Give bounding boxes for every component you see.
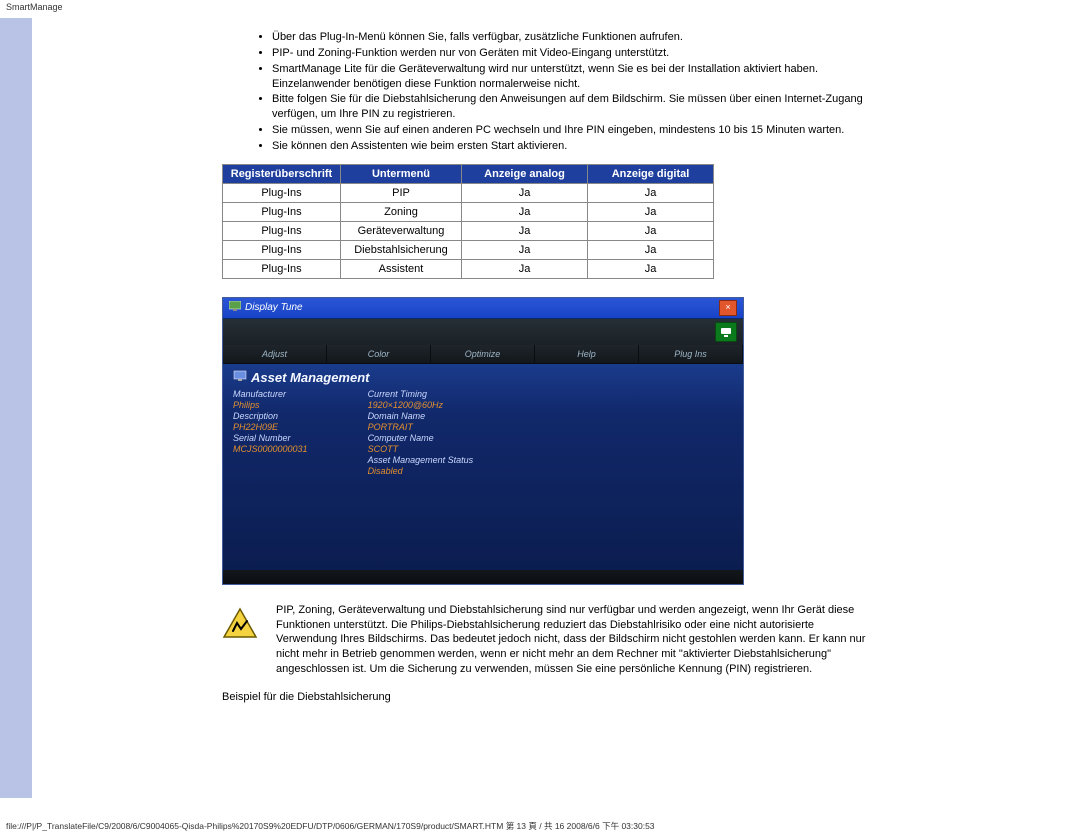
field-label: Serial Number <box>233 433 308 443</box>
field-value: Disabled <box>368 466 474 476</box>
tab-color[interactable]: Color <box>327 345 431 363</box>
close-icon[interactable]: × <box>719 300 737 316</box>
cell: Ja <box>588 221 714 240</box>
table-row: Plug-Ins Geräteverwaltung Ja Ja <box>223 221 714 240</box>
tab-help[interactable]: Help <box>535 345 639 363</box>
cell: Ja <box>588 259 714 278</box>
plugin-table: Registerüberschrift Untermenü Anzeige an… <box>222 164 714 279</box>
display-tune-panel: Display Tune × Adjust Color Optimize Hel… <box>222 297 744 585</box>
cell: Ja <box>462 221 588 240</box>
page-footer: file:///P|/P_TranslateFile/C9/2008/6/C90… <box>0 818 661 834</box>
warning-block: PIP, Zoning, Geräteverwaltung und Diebst… <box>222 603 875 677</box>
cell: Ja <box>462 259 588 278</box>
left-sidebar <box>0 18 32 798</box>
th-register: Registerüberschrift <box>223 164 341 183</box>
field-label: Computer Name <box>368 433 474 443</box>
list-item: Sie müssen, wenn Sie auf einen anderen P… <box>272 123 875 138</box>
asset-icon <box>233 370 247 385</box>
field-value: SCOTT <box>368 444 474 454</box>
warning-text: PIP, Zoning, Geräteverwaltung und Diebst… <box>276 603 875 677</box>
th-submenu: Untermenü <box>341 164 462 183</box>
cell: Ja <box>588 202 714 221</box>
cell: Ja <box>588 183 714 202</box>
cell: Plug-Ins <box>223 183 341 202</box>
list-item: SmartManage Lite für die Geräteverwaltun… <box>272 62 875 92</box>
th-analog: Anzeige analog <box>462 164 588 183</box>
panel-toolbar <box>223 319 743 345</box>
field-label: Manufacturer <box>233 389 308 399</box>
field-label: Current Timing <box>368 389 474 399</box>
list-item: Über das Plug-In-Menü können Sie, falls … <box>272 30 875 45</box>
th-digital: Anzeige digital <box>588 164 714 183</box>
field-value: PORTRAIT <box>368 422 474 432</box>
cell: PIP <box>341 183 462 202</box>
panel-title-text: Display Tune <box>245 302 303 313</box>
table-row: Plug-Ins Diebstahlsicherung Ja Ja <box>223 240 714 259</box>
page-label: SmartManage <box>0 0 1080 14</box>
warning-icon <box>222 607 258 641</box>
cell: Zoning <box>341 202 462 221</box>
panel-left-column: Manufacturer Philips Description PH22H09… <box>233 389 308 476</box>
field-label: Domain Name <box>368 411 474 421</box>
cell: Ja <box>588 240 714 259</box>
panel-body: Asset Management Manufacturer Philips De… <box>223 364 743 570</box>
cell: Assistent <box>341 259 462 278</box>
caption: Beispiel für die Diebstahlsicherung <box>222 691 875 703</box>
field-value: MCJS0000000031 <box>233 444 308 454</box>
cell: Diebstahlsicherung <box>341 240 462 259</box>
table-row: Plug-Ins PIP Ja Ja <box>223 183 714 202</box>
tab-plugins[interactable]: Plug Ins <box>639 345 743 363</box>
panel-right-column: Current Timing 1920×1200@60Hz Domain Nam… <box>368 389 474 476</box>
field-value: PH22H09E <box>233 422 308 432</box>
field-value: Philips <box>233 400 308 410</box>
panel-footer <box>223 570 743 584</box>
panel-titlebar: Display Tune × <box>223 298 743 319</box>
cell: Ja <box>462 202 588 221</box>
tab-optimize[interactable]: Optimize <box>431 345 535 363</box>
table-row: Plug-Ins Zoning Ja Ja <box>223 202 714 221</box>
tab-adjust[interactable]: Adjust <box>223 345 327 363</box>
main-content: Über das Plug-In-Menü können Sie, falls … <box>32 18 910 798</box>
table-row: Plug-Ins Assistent Ja Ja <box>223 259 714 278</box>
cell: Plug-Ins <box>223 259 341 278</box>
panel-heading-text: Asset Management <box>251 370 369 385</box>
cell: Plug-Ins <box>223 240 341 259</box>
list-item: Sie können den Assistenten wie beim erst… <box>272 139 875 154</box>
list-item: PIP- und Zoning-Funktion werden nur von … <box>272 46 875 61</box>
list-item: Bitte folgen Sie für die Diebstahlsicher… <box>272 92 875 122</box>
cell: Plug-Ins <box>223 202 341 221</box>
cell: Ja <box>462 183 588 202</box>
field-label: Description <box>233 411 308 421</box>
field-value: 1920×1200@60Hz <box>368 400 474 410</box>
cell: Ja <box>462 240 588 259</box>
panel-heading: Asset Management <box>233 370 733 385</box>
cell: Geräteverwaltung <box>341 221 462 240</box>
cell: Plug-Ins <box>223 221 341 240</box>
monitor-status-icon <box>715 322 737 342</box>
table-header-row: Registerüberschrift Untermenü Anzeige an… <box>223 164 714 183</box>
field-label: Asset Management Status <box>368 455 474 465</box>
bullet-list: Über das Plug-In-Menü können Sie, falls … <box>222 30 875 154</box>
monitor-icon <box>229 301 241 314</box>
panel-tabs: Adjust Color Optimize Help Plug Ins <box>223 345 743 364</box>
